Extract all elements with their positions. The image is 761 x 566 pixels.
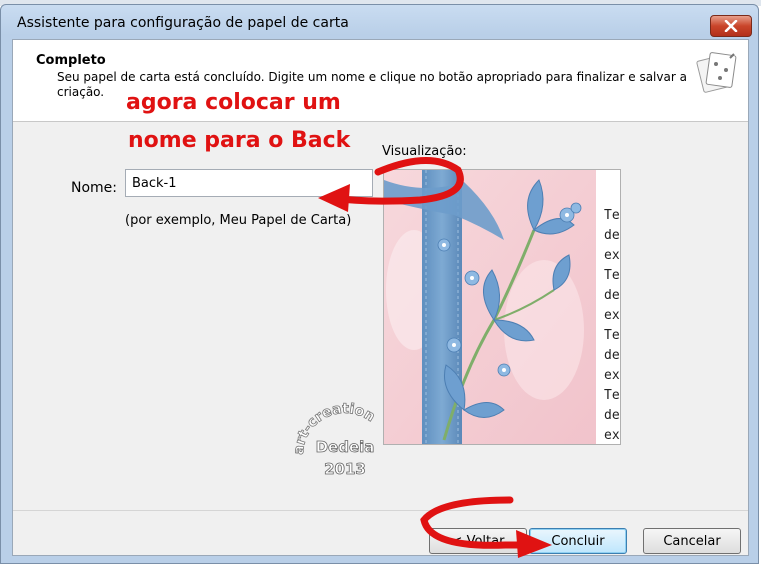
annotation-line-1: agora colocar um [126, 90, 341, 115]
preview-sample-line: de [604, 348, 620, 363]
stationery-wizard-icon [696, 52, 737, 93]
preview-sample-line: de [604, 408, 620, 423]
preview-sample-line: ex [604, 428, 620, 443]
cancel-button[interactable]: Cancelar [643, 528, 741, 554]
preview-sample-line: ex [604, 308, 620, 323]
window-title: Assistente para configuração de papel de… [17, 15, 349, 31]
preview-sample-line: de [604, 228, 620, 243]
preview-sample-line: Te [604, 208, 620, 223]
stationery-background-image [384, 170, 596, 444]
watermark-year: 2013 [324, 460, 366, 478]
preview-sample-line: Te [604, 328, 620, 343]
preview-sample-line: de [604, 288, 620, 303]
name-label: Nome: [71, 180, 118, 196]
preview-sample-line: Te [604, 388, 620, 403]
watermark-stamp: art-creation Dedeia 2013 [290, 401, 378, 479]
watermark-name: Dedeia [316, 438, 375, 456]
title-bar: Assistente para configuração de papel de… [1, 5, 758, 41]
preview-sample-line: ex [604, 248, 620, 263]
preview-sample-line: ex [604, 368, 620, 383]
preview-sample-text: Te de ex Te de ex Te de ex Te de ex [604, 206, 620, 444]
finish-button[interactable]: Concluir [529, 528, 627, 554]
step-title: Completo [36, 53, 106, 68]
header-band: Completo Seu papel de carta está concluí… [13, 40, 748, 122]
preview-sample-line: Te [604, 268, 620, 283]
name-example-hint: (por exemplo, Meu Papel de Carta) [125, 213, 352, 228]
close-button[interactable] [710, 15, 752, 37]
stationery-preview: Te de ex Te de ex Te de ex Te de ex [383, 169, 621, 445]
annotation-line-2: nome para o Back [128, 128, 351, 153]
footer-divider [13, 510, 748, 511]
preview-label: Visualização: [382, 144, 467, 159]
name-input[interactable] [125, 169, 373, 197]
close-icon [724, 20, 738, 32]
back-button[interactable]: < Voltar [429, 528, 527, 554]
